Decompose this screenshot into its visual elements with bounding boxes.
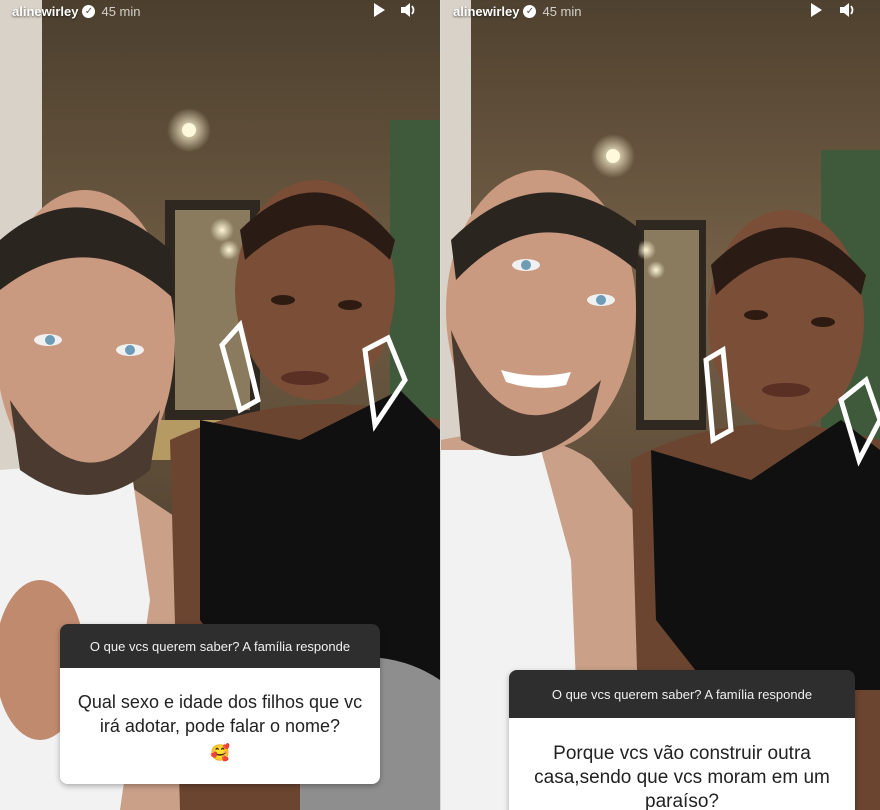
story-right[interactable]: alinewirley ✓ 45 min O que vcs querem sa… (441, 0, 880, 810)
verified-icon: ✓ (523, 4, 537, 18)
story-left[interactable]: alinewirley ✓ 45 min O que vcs querem sa… (0, 0, 440, 810)
story-header: alinewirley ✓ 45 min (0, 0, 440, 22)
play-icon[interactable] (807, 2, 825, 18)
question-sticker[interactable]: O que vcs querem saber? A família respon… (60, 624, 380, 784)
smiling-face-hearts-icon: 🥰 (210, 745, 230, 762)
volume-icon[interactable] (839, 2, 857, 18)
verified-icon: ✓ (82, 4, 96, 18)
question-prompt: O que vcs querem saber? A família respon… (509, 670, 855, 718)
question-answer: Qual sexo e idade dos filhos que vc irá … (60, 668, 380, 784)
username[interactable]: alinewirley (12, 4, 78, 19)
play-icon[interactable] (370, 2, 388, 18)
username[interactable]: alinewirley (453, 4, 519, 19)
post-time: 45 min (542, 3, 582, 19)
question-answer: Porque vcs vão construir outra casa,send… (509, 718, 855, 810)
question-prompt: O que vcs querem saber? A família respon… (60, 624, 380, 668)
question-text: Qual sexo e idade dos filhos que vc irá … (77, 692, 363, 736)
question-text: Porque vcs vão construir outra casa,send… (534, 743, 830, 810)
question-sticker[interactable]: O que vcs querem saber? A família respon… (509, 670, 855, 810)
story-header: alinewirley ✓ 45 min (441, 0, 880, 22)
volume-icon[interactable] (400, 2, 418, 18)
post-time: 45 min (101, 3, 141, 19)
